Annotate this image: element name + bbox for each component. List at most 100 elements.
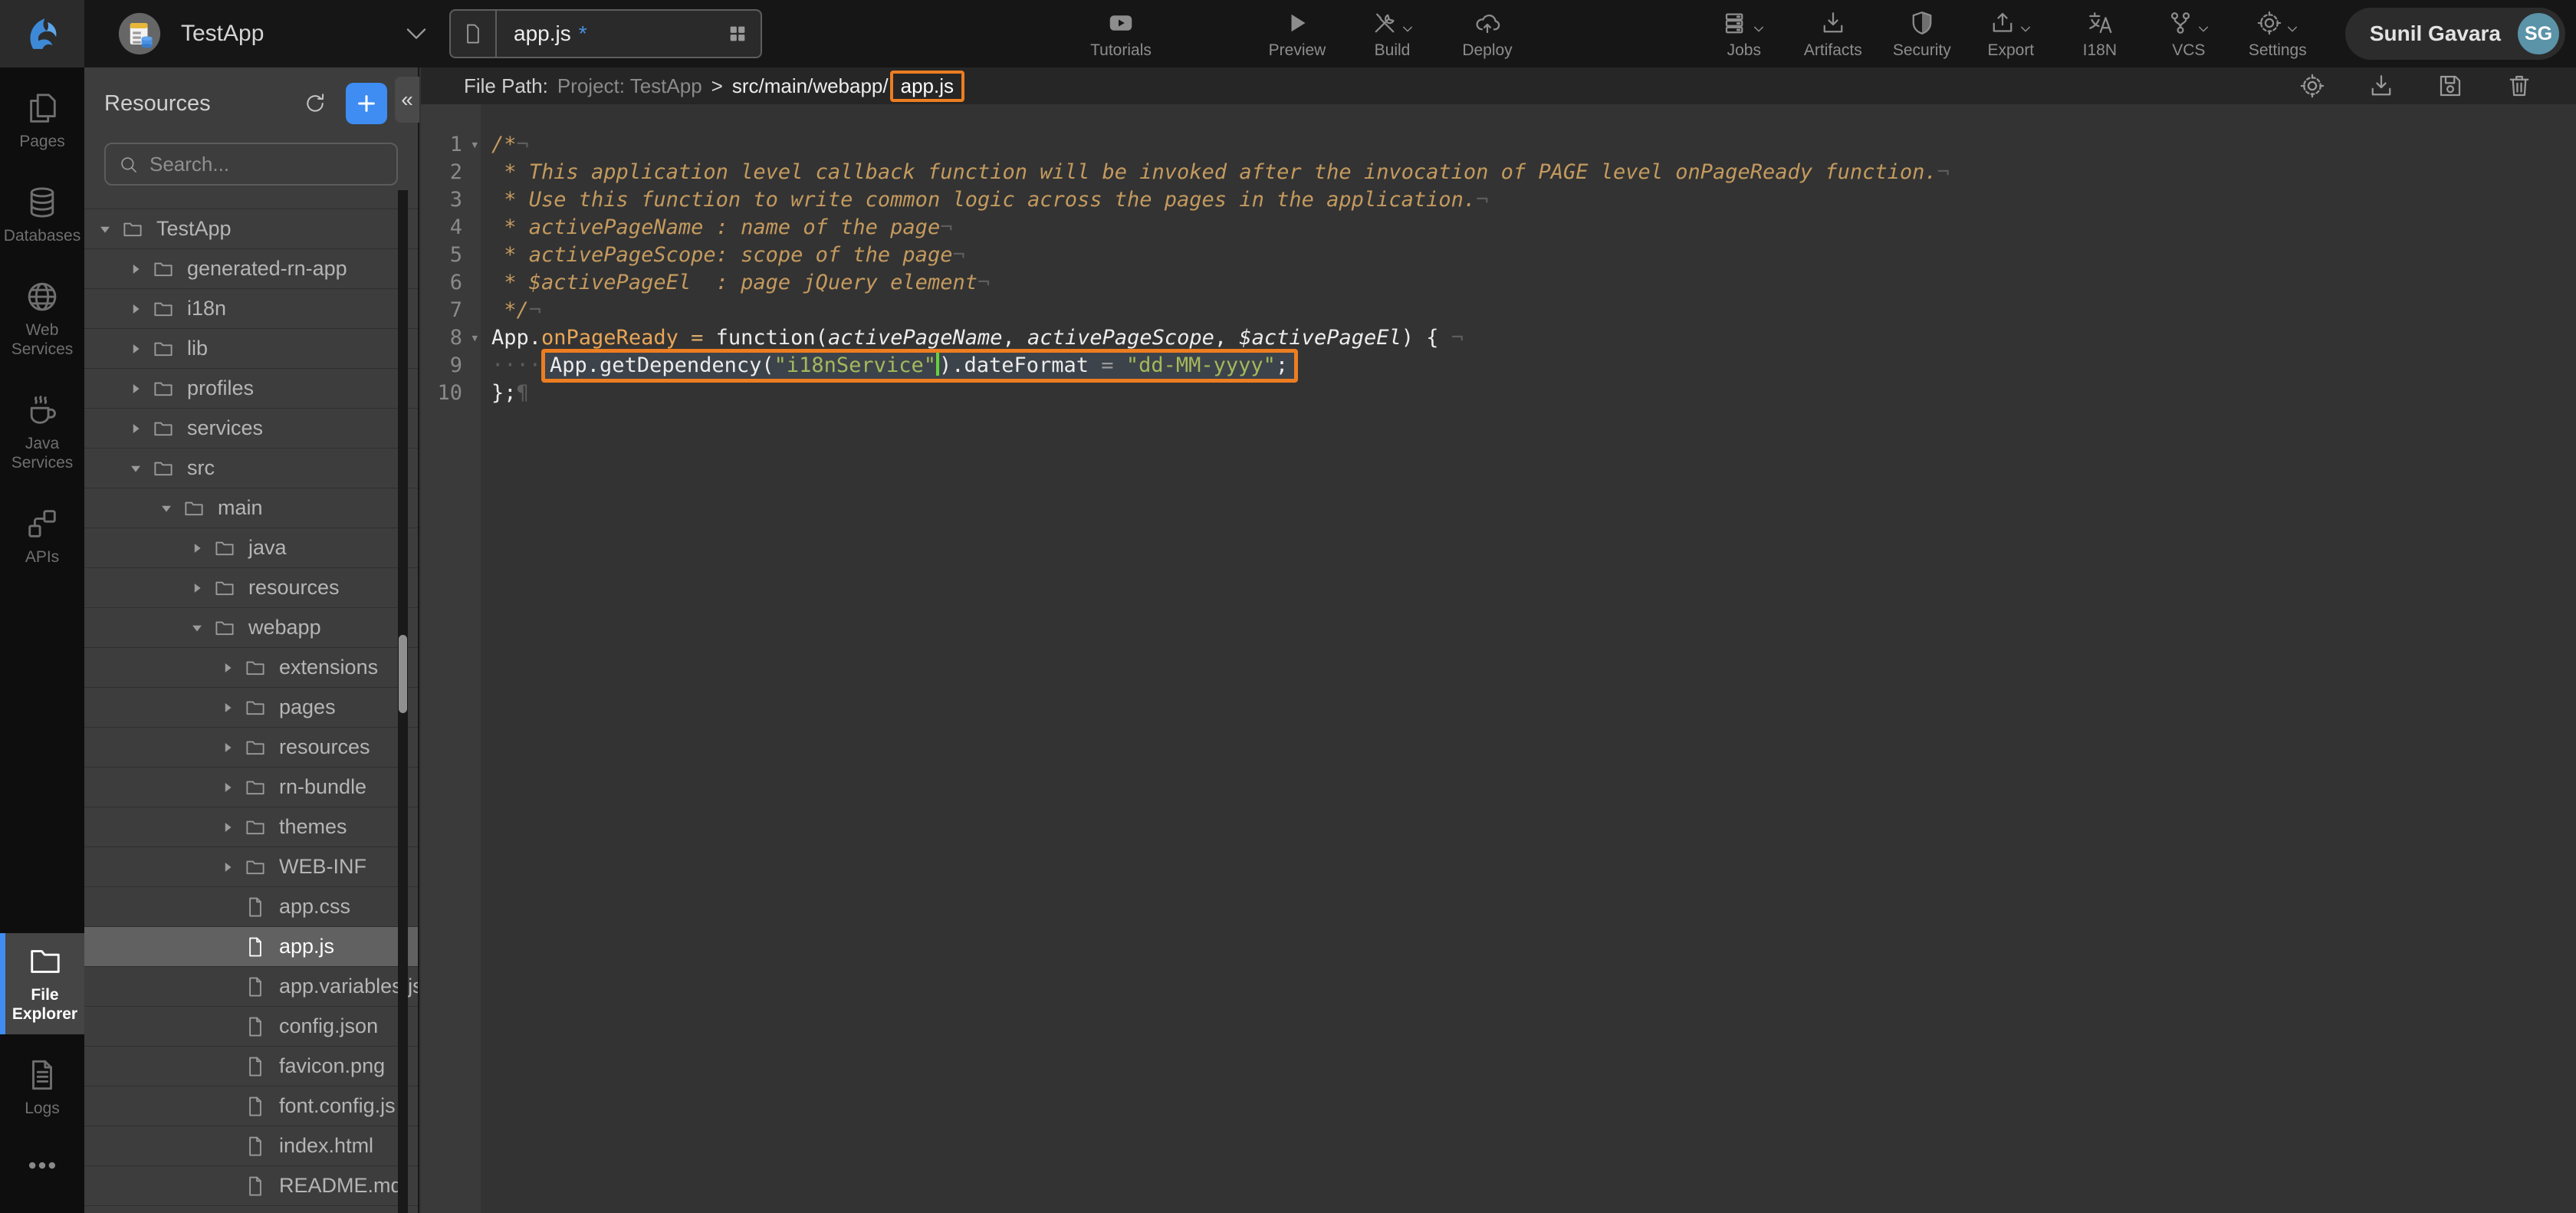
action-label: I18N bbox=[2083, 41, 2117, 60]
settings-gear-icon[interactable] bbox=[2298, 72, 2326, 100]
action-label: Jobs bbox=[1727, 41, 1761, 60]
caret-down-icon[interactable] bbox=[189, 620, 205, 636]
caret-right-icon[interactable] bbox=[127, 420, 144, 437]
caret-down-icon[interactable] bbox=[127, 460, 144, 477]
action-tutorials[interactable]: Tutorials bbox=[1090, 8, 1152, 60]
add-resource-button[interactable] bbox=[346, 83, 387, 124]
caret-right-icon[interactable] bbox=[219, 859, 236, 876]
tree-node-extensions[interactable]: extensions bbox=[84, 648, 418, 688]
caret-right-icon[interactable] bbox=[219, 699, 236, 716]
tree-node-readme.md[interactable]: README.md bbox=[84, 1166, 418, 1206]
action-preview[interactable]: Preview bbox=[1267, 8, 1328, 60]
action-deploy[interactable]: Deploy bbox=[1457, 8, 1518, 60]
tree-node-rn-bundle[interactable]: rn-bundle bbox=[84, 768, 418, 807]
caret-right-icon[interactable] bbox=[189, 540, 205, 557]
project-selector[interactable]: TestApp bbox=[84, 0, 439, 67]
tree-node-themes[interactable]: themes bbox=[84, 807, 418, 847]
action-i18n[interactable]: I18N bbox=[2069, 8, 2131, 60]
tree-node-config.json[interactable]: config.json bbox=[84, 1007, 418, 1047]
code-area[interactable]: 1▾/*¬2 * This application level callback… bbox=[421, 104, 2576, 1213]
tree-node-label: pages bbox=[279, 695, 336, 719]
caret-right-icon[interactable] bbox=[219, 739, 236, 756]
tree-node-profiles[interactable]: profiles bbox=[84, 369, 418, 409]
tree-node-java[interactable]: java bbox=[84, 528, 418, 568]
tree-node-i18n[interactable]: i18n bbox=[84, 289, 418, 329]
caret-right-icon[interactable] bbox=[219, 819, 236, 836]
caret-right-icon[interactable] bbox=[127, 261, 144, 278]
sidebar-item-logs[interactable]: Logs bbox=[0, 1047, 84, 1129]
action-artifacts[interactable]: Artifacts bbox=[1802, 8, 1864, 60]
action-label: Preview bbox=[1269, 41, 1326, 60]
sidebar-item-java-services[interactable]: Java Services bbox=[0, 382, 84, 483]
deploy-icon bbox=[1474, 9, 1501, 37]
tree-node-index.html[interactable]: index.html bbox=[84, 1126, 418, 1166]
action-label: Tutorials bbox=[1090, 41, 1152, 60]
fold-caret-icon[interactable]: ▾ bbox=[472, 331, 478, 345]
tree-node-label: lib bbox=[187, 337, 208, 360]
caret-right-icon[interactable] bbox=[127, 340, 144, 357]
code-segment: ¬ bbox=[517, 133, 529, 156]
action-build[interactable]: Build bbox=[1362, 8, 1423, 60]
sidebar-item-web-services[interactable]: Web Services bbox=[0, 268, 84, 370]
tree-node-favicon.png[interactable]: favicon.png bbox=[84, 1047, 418, 1086]
tree-node-pages[interactable]: pages bbox=[84, 688, 418, 728]
code-segment: = bbox=[691, 326, 703, 350]
breadcrumb-prefix: File Path: bbox=[464, 74, 548, 98]
code-segment: App.getDependency( bbox=[550, 353, 774, 377]
caret-right-icon[interactable] bbox=[219, 659, 236, 676]
tree-node-app.css[interactable]: app.css bbox=[84, 887, 418, 927]
sidebar-item-pages[interactable]: Pages bbox=[0, 80, 84, 162]
tree-node-app.variables.js[interactable]: app.variables.js bbox=[84, 967, 418, 1007]
caret-down-icon[interactable] bbox=[97, 221, 113, 238]
caret-right-icon[interactable] bbox=[127, 380, 144, 397]
tree-node-label: resources bbox=[248, 576, 340, 600]
search-input[interactable] bbox=[150, 153, 384, 176]
tree-node-src[interactable]: src bbox=[84, 449, 418, 488]
tree-node-main[interactable]: main bbox=[84, 488, 418, 528]
save-icon[interactable] bbox=[2436, 72, 2464, 100]
tree-node-web-inf[interactable]: WEB-INF bbox=[84, 847, 418, 887]
sidebar-item-label: Databases bbox=[4, 226, 80, 245]
apis-icon bbox=[25, 506, 60, 541]
tree-node-resources[interactable]: resources bbox=[84, 728, 418, 768]
tree-node-resources[interactable]: resources bbox=[84, 568, 418, 608]
tree-node-generated-rn-app[interactable]: generated-rn-app bbox=[84, 249, 418, 289]
user-menu[interactable]: Sunil Gavara SG bbox=[2345, 8, 2565, 60]
sidebar-item-apis[interactable]: APIs bbox=[0, 495, 84, 577]
caret-down-icon[interactable] bbox=[158, 500, 175, 517]
tree-scrollbar-thumb[interactable] bbox=[399, 635, 407, 713]
open-file-tab[interactable]: app.js * bbox=[449, 9, 762, 58]
caret-right-icon[interactable] bbox=[219, 779, 236, 796]
sidebar-item-file-explorer[interactable]: File Explorer bbox=[0, 933, 84, 1034]
chevron-down-icon[interactable] bbox=[402, 19, 431, 48]
action-settings[interactable]: Settings bbox=[2247, 8, 2308, 60]
caret-right-icon[interactable] bbox=[189, 580, 205, 597]
tree-node-webapp[interactable]: webapp bbox=[84, 608, 418, 648]
collapse-panel-button[interactable]: « bbox=[395, 77, 419, 123]
code-text: ····App.getDependency("i18nService").dat… bbox=[481, 353, 1298, 377]
plus-icon bbox=[355, 92, 378, 115]
action-jobs[interactable]: Jobs bbox=[1714, 8, 1775, 60]
delete-icon[interactable] bbox=[2505, 72, 2533, 100]
code-line-7: 7 */¬ bbox=[421, 296, 2576, 324]
tree-node-app.js[interactable]: app.js bbox=[84, 927, 418, 967]
caret-right-icon[interactable] bbox=[127, 301, 144, 317]
action-security[interactable]: Security bbox=[1891, 8, 1953, 60]
refresh-icon[interactable] bbox=[303, 91, 327, 116]
fold-caret-icon[interactable]: ▾ bbox=[472, 138, 478, 152]
grid-icon[interactable] bbox=[727, 23, 748, 44]
download-icon[interactable] bbox=[2367, 72, 2395, 100]
tree-node-testapp[interactable]: TestApp bbox=[84, 209, 418, 249]
code-segment: ¬ bbox=[1439, 326, 1464, 350]
tree-node-font.config.js[interactable]: font.config.js bbox=[84, 1086, 418, 1126]
sidebar-more-button[interactable] bbox=[0, 1149, 84, 1182]
wavemaker-logo[interactable] bbox=[0, 0, 84, 67]
sidebar-item-databases[interactable]: Databases bbox=[0, 174, 84, 256]
file-icon bbox=[244, 1015, 267, 1038]
action-vcs[interactable]: VCS bbox=[2158, 8, 2220, 60]
tree-node-services[interactable]: services bbox=[84, 409, 418, 449]
code-line-10: 10};¶ bbox=[421, 379, 2576, 406]
action-export[interactable]: Export bbox=[1980, 8, 2042, 60]
tree-node-theme.variables[interactable]: theme.variables bbox=[84, 1206, 418, 1213]
tree-node-lib[interactable]: lib bbox=[84, 329, 418, 369]
